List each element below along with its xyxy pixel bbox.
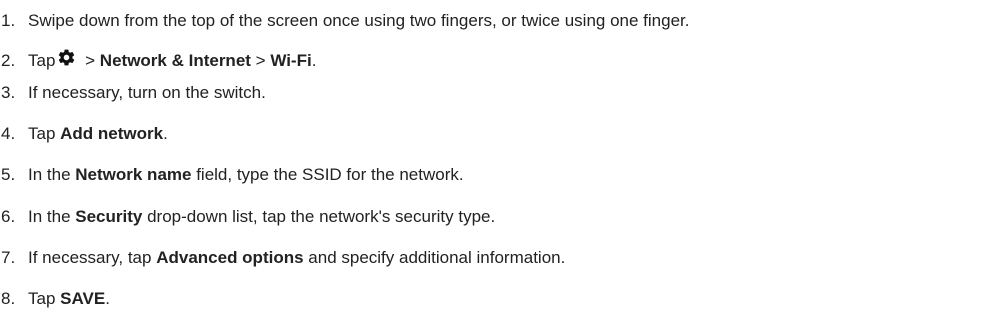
step-7: 7. If necessary, tap Advanced options an…	[0, 241, 985, 275]
step-text-bold: Wi-Fi	[270, 51, 312, 70]
step-text-after: and specify additional information.	[303, 248, 566, 267]
step-text-before: Tap	[28, 289, 61, 308]
step-text-after: .	[311, 51, 317, 70]
step-text-before: Tap	[28, 51, 56, 70]
step-1: 1. Swipe down from the top of the screen…	[0, 4, 985, 38]
step-text-before: If necessary, tap	[28, 248, 157, 267]
step-text: Swipe down from the top of the screen on…	[28, 4, 689, 38]
step-text-sep: >	[80, 51, 100, 70]
step-number: 5.	[1, 165, 16, 184]
step-text: Tap > Network & Internet > Wi-Fi.	[28, 44, 316, 78]
step-text-bold: Network & Internet	[99, 51, 251, 70]
step-text-bold: SAVE	[60, 289, 106, 308]
step-number: 8.	[1, 289, 16, 308]
step-2: 2. Tap > Network & Internet > Wi-Fi.	[0, 44, 985, 78]
step-text: In the Security drop-down list, tap the …	[28, 200, 495, 234]
step-5: 5. In the Network name field, type the S…	[0, 158, 985, 192]
step-text-after: field, type the SSID for the network.	[191, 165, 464, 184]
step-4: 4. Tap Add network.	[0, 117, 985, 151]
step-text: In the Network name field, type the SSID…	[28, 158, 464, 192]
step-text-bold: Advanced options	[156, 248, 304, 267]
step-6: 6. In the Security drop-down list, tap t…	[0, 200, 985, 234]
step-text-sep: >	[250, 51, 271, 70]
step-number: 1.	[1, 11, 16, 30]
step-number: 7.	[1, 248, 16, 267]
step-text-after: .	[105, 289, 110, 308]
step-text: Tap SAVE.	[28, 282, 110, 316]
step-8: 8. Tap SAVE.	[0, 282, 985, 316]
step-text: If necessary, turn on the switch.	[28, 76, 266, 110]
step-text-before: Tap	[28, 124, 61, 143]
step-number: 6.	[1, 207, 16, 226]
step-text: Tap Add network.	[28, 117, 168, 151]
step-text-bold: Security	[75, 207, 143, 226]
step-text-before: In the	[28, 207, 76, 226]
step-text-before: In the	[28, 165, 76, 184]
step-text: If necessary, tap Advanced options and s…	[28, 241, 565, 275]
step-number: 3.	[1, 83, 16, 102]
step-3: 3. If necessary, turn on the switch.	[0, 76, 985, 110]
step-text-plain: Swipe down from the top of the screen on…	[28, 11, 690, 30]
step-text-plain: If necessary, turn on the switch.	[28, 83, 266, 102]
gear-icon	[57, 48, 76, 67]
step-text-bold: Add network	[60, 124, 164, 143]
step-text-bold: Network name	[75, 165, 192, 184]
step-number: 4.	[1, 124, 16, 143]
step-number: 2.	[1, 51, 16, 70]
step-text-after: .	[163, 124, 168, 143]
step-text-after: drop-down list, tap the network's securi…	[142, 207, 496, 226]
